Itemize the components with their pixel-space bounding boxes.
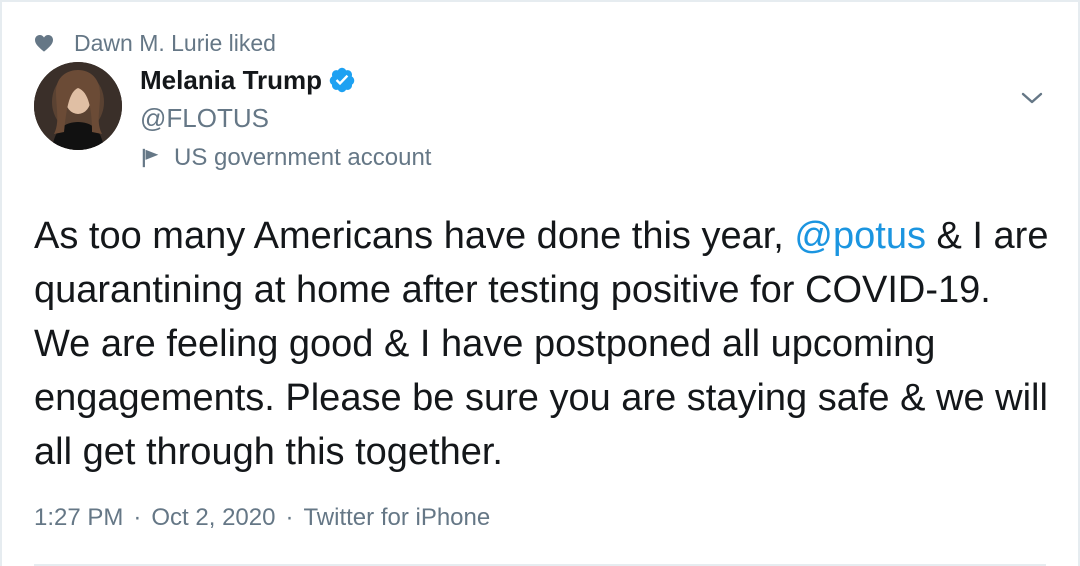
- tweet-text: As too many Americans have done this yea…: [34, 209, 1054, 479]
- heart-icon: [35, 34, 53, 52]
- tweet-meta: 1:27 PM · Oct 2, 2020 · Twitter for iPho…: [34, 504, 490, 532]
- author-block: Melania Trump @FLOTUS: [140, 62, 356, 136]
- flag-icon: [142, 148, 159, 168]
- chevron-down-icon: [1021, 92, 1043, 104]
- social-context: Dawn M. Lurie liked: [34, 28, 276, 58]
- meta-separator: ·: [285, 504, 294, 531]
- display-name[interactable]: Melania Trump: [140, 65, 322, 96]
- government-account-text: US government account: [174, 144, 432, 171]
- tweet-source[interactable]: Twitter for iPhone: [303, 504, 490, 532]
- tweet-date[interactable]: Oct 2, 2020: [151, 504, 275, 532]
- tweet-text-part-1: As too many Americans have done this yea…: [34, 215, 795, 257]
- tweet-time[interactable]: 1:27 PM: [34, 504, 123, 532]
- mention-link[interactable]: @potus: [794, 215, 926, 257]
- verified-badge-icon: [329, 67, 355, 93]
- avatar-image: [34, 62, 122, 150]
- more-options-button[interactable]: [1018, 86, 1046, 110]
- meta-separator: ·: [133, 504, 142, 531]
- avatar[interactable]: [34, 62, 122, 150]
- social-context-text[interactable]: Dawn M. Lurie liked: [74, 30, 276, 57]
- handle[interactable]: @FLOTUS: [140, 100, 356, 136]
- tweet-card: Dawn M. Lurie liked Melania Trump @FLOTU…: [0, 0, 1080, 566]
- name-row: Melania Trump: [140, 62, 356, 98]
- government-account-label: US government account: [140, 142, 431, 174]
